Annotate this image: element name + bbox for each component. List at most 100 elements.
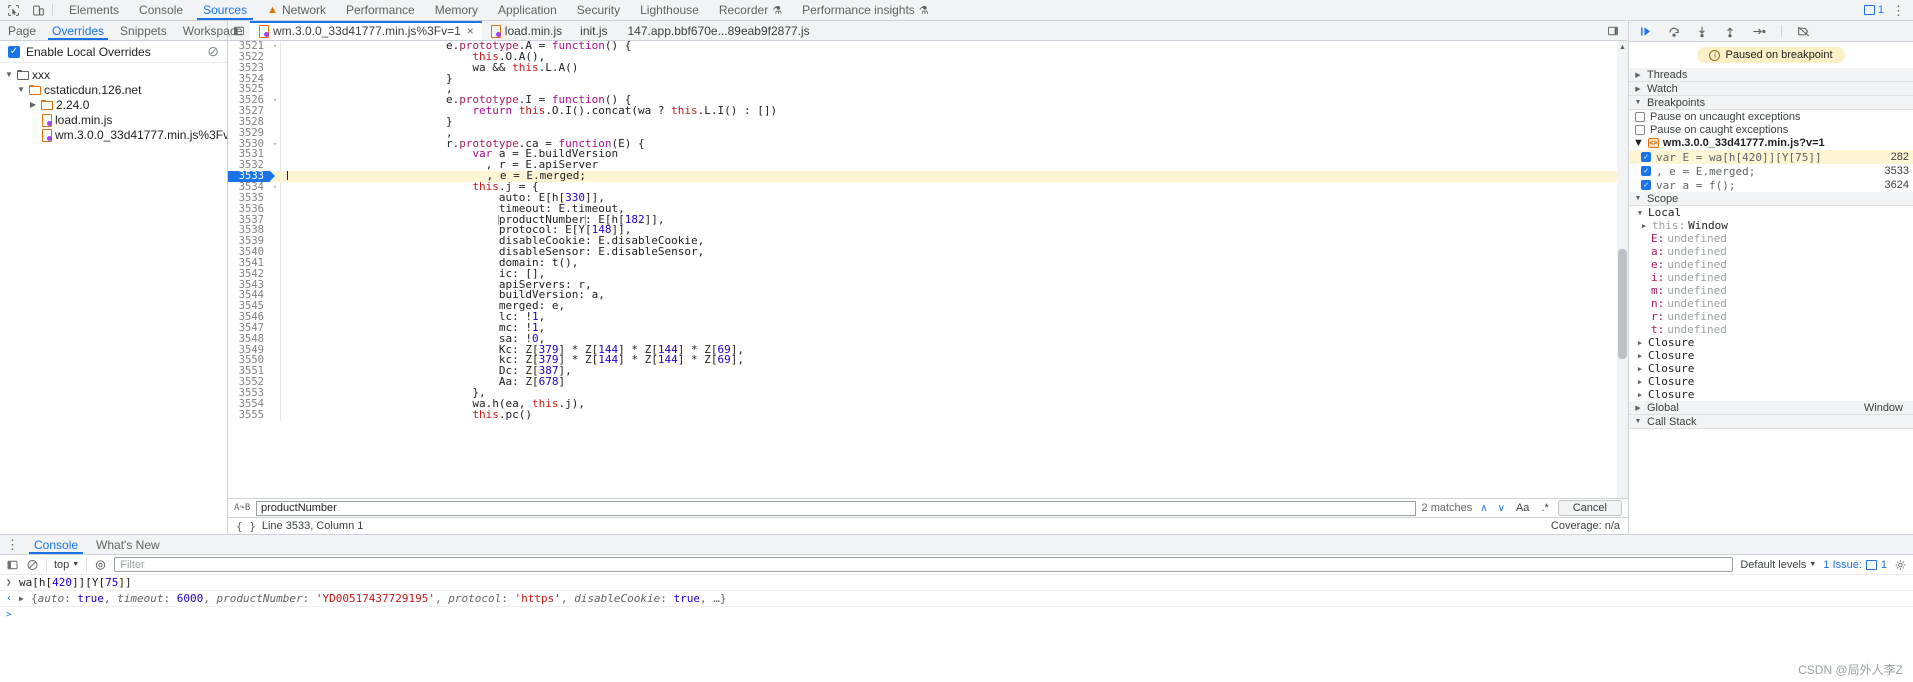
chevron-down-icon[interactable]: ▼ xyxy=(4,70,14,79)
pretty-print-icon[interactable]: { } xyxy=(236,520,256,533)
code-line[interactable]: 3541 domain: t(), xyxy=(228,258,1628,269)
line-number[interactable]: 3555 xyxy=(228,409,270,421)
tab-lighthouse[interactable]: Lighthouse xyxy=(630,0,709,20)
code-line[interactable]: 3537 productNumber: E[h[182]], xyxy=(228,214,1628,226)
code-line[interactable]: 3526 ▾ e.prototype.I = function() { xyxy=(228,95,1628,107)
editor-scroll-thumb[interactable] xyxy=(1618,249,1627,359)
code-line[interactable]: 3525 , xyxy=(228,84,1628,96)
code-line[interactable]: 3546 lc: !1, xyxy=(228,312,1628,323)
code-line[interactable]: 3534 ▾ this.j = { xyxy=(228,182,1628,193)
pause-caught-checkbox[interactable] xyxy=(1635,124,1645,135)
code-line[interactable]: 3542 ic: [], xyxy=(228,268,1628,280)
console-output-entry[interactable]: ‹ ▶ {auto: true, timeout: 6000, productN… xyxy=(0,591,1913,607)
nav-tab-workspace[interactable]: Workspace xyxy=(175,21,251,40)
scope-variable-row[interactable]: t: undefined xyxy=(1629,323,1913,336)
live-expression-icon[interactable] xyxy=(94,559,107,571)
resume-script-execution-icon[interactable] xyxy=(1639,25,1653,38)
code-line[interactable]: 3521 ▾ e.prototype.A = function() { xyxy=(228,41,1628,52)
scope-variable-row[interactable]: n: undefined xyxy=(1629,297,1913,310)
editor-tab-147-app-js[interactable]: 147.app.bbf670e...89eab9f2877.js xyxy=(618,21,820,40)
console-sidebar-icon[interactable] xyxy=(6,559,19,571)
code-line[interactable]: 3543 apiServers: r, xyxy=(228,279,1628,291)
breakpoint-row[interactable]: , e = E.merged; 3533 xyxy=(1629,164,1913,178)
code-line[interactable]: 3523 wa && this.L.A() xyxy=(228,62,1628,74)
code-fold-icon[interactable]: ▾ xyxy=(270,139,280,150)
editor-scrollbar[interactable]: ▲ xyxy=(1617,41,1628,498)
scope-variable-row[interactable]: ▶ this: Window xyxy=(1629,219,1913,232)
tree-folder-row[interactable]: ▼ xxx xyxy=(0,67,227,82)
code-line[interactable]: 3540 disableSensor: E.disableSensor, xyxy=(228,247,1628,258)
section-call-stack[interactable]: ▼ Call Stack xyxy=(1629,415,1913,429)
step-icon[interactable] xyxy=(1751,25,1767,38)
chevron-right-icon[interactable]: ▶ xyxy=(1639,222,1649,230)
tab-recorder[interactable]: Recorder ⚗ xyxy=(709,0,792,20)
code-line[interactable]: 3548 sa: !0, xyxy=(228,333,1628,345)
tab-performance[interactable]: Performance xyxy=(336,0,425,20)
chevron-down-icon[interactable]: ▼ xyxy=(16,85,26,94)
breakpoint-checkbox[interactable] xyxy=(1641,166,1651,176)
editor-tab-wm-js[interactable]: wm.3.0.0_33d41777.min.js%3Fv=1 × xyxy=(250,21,482,40)
expand-object-icon[interactable]: ▶ xyxy=(19,594,26,603)
scope-variable-row[interactable]: i: undefined xyxy=(1629,271,1913,284)
regex-toggle[interactable]: .* xyxy=(1538,502,1551,514)
line-number[interactable]: 3548 xyxy=(228,333,270,345)
code-line[interactable]: 3554 wa.h(ea, this.j), xyxy=(228,398,1628,410)
drawer-tab-console[interactable]: Console xyxy=(25,535,87,554)
drawer-options-icon[interactable]: ⋮ xyxy=(0,535,25,554)
section-scope[interactable]: ▼ Scope xyxy=(1629,192,1913,206)
code-line[interactable]: 3529 , xyxy=(228,127,1628,139)
section-breakpoints[interactable]: ▼ Breakpoints xyxy=(1629,96,1913,110)
section-threads[interactable]: ▶ Threads xyxy=(1629,68,1913,82)
tree-file-row[interactable]: wm.3.0.0_33d41777.min.js%3Fv=1 xyxy=(0,127,227,142)
issues-badge[interactable]: 1 xyxy=(1863,4,1884,16)
scope-variable-row[interactable]: e: undefined xyxy=(1629,258,1913,271)
tab-sources[interactable]: Sources xyxy=(193,0,257,20)
chevron-right-icon[interactable]: ▶ xyxy=(1635,339,1645,347)
code-line[interactable]: 3552 Aa: Z[678] xyxy=(228,377,1628,388)
step-into-next-function-call-icon[interactable] xyxy=(1695,25,1709,38)
match-case-toggle[interactable]: Aa xyxy=(1513,502,1532,514)
section-global[interactable]: ▶ Global Window xyxy=(1629,401,1913,415)
code-line[interactable]: 3555 this.pc() xyxy=(228,409,1628,421)
console-settings-icon[interactable] xyxy=(1894,559,1907,571)
console-context-selector[interactable]: top ▼ xyxy=(54,559,79,571)
tab-elements[interactable]: Elements xyxy=(59,0,129,20)
scope-variable-row[interactable]: m: undefined xyxy=(1629,284,1913,297)
code-line[interactable]: 3533 , e = E.merged; xyxy=(228,171,1628,182)
tree-folder-row[interactable]: ▼ cstaticdun.126.net xyxy=(0,82,227,97)
code-line[interactable]: 3524 } xyxy=(228,73,1628,85)
scope-closure-row[interactable]: ▶ Closure xyxy=(1629,375,1913,388)
breakpoint-file-group[interactable]: ▼ <> wm.3.0.0_33d41777.min.js?v=1 xyxy=(1629,136,1913,150)
search-prev-icon[interactable]: ∧ xyxy=(1478,503,1489,514)
code-line[interactable]: 3553 }, xyxy=(228,388,1628,399)
tab-memory[interactable]: Memory xyxy=(425,0,488,20)
line-number[interactable]: 3533 xyxy=(228,171,275,182)
scope-closure-row[interactable]: ▶ Closure xyxy=(1629,349,1913,362)
tab-application[interactable]: Application xyxy=(488,0,567,20)
section-watch[interactable]: ▶ Watch xyxy=(1629,82,1913,96)
enable-overrides-checkbox[interactable] xyxy=(8,45,20,58)
code-fold-icon[interactable]: ▾ xyxy=(270,182,280,193)
code-line[interactable]: 3549 Kc: Z[379] * Z[144] * Z[144] * Z[69… xyxy=(228,344,1628,356)
line-number[interactable]: 3536 xyxy=(228,203,270,215)
code-line[interactable]: 3532 , r = E.apiServer xyxy=(228,160,1628,172)
close-icon[interactable]: × xyxy=(467,24,474,38)
code-line[interactable]: 3535 auto: E[h[330]], xyxy=(228,192,1628,204)
code-line[interactable]: 3538 protocol: E[Y[148]], xyxy=(228,225,1628,237)
inspect-element-icon[interactable] xyxy=(6,3,21,17)
code-editor[interactable]: 3521 ▾ e.prototype.A = function() {3522 t… xyxy=(228,41,1628,498)
chevron-right-icon[interactable]: ▶ xyxy=(28,100,38,109)
console-levels-selector[interactable]: Default levels ▼ xyxy=(1740,559,1816,571)
chevron-right-icon[interactable]: ▶ xyxy=(1635,365,1645,373)
scope-variable-row[interactable]: a: undefined xyxy=(1629,245,1913,258)
clear-overrides-icon[interactable]: ⊘ xyxy=(207,43,219,60)
code-line[interactable]: 3530 ▾ r.prototype.ca = function(E) { xyxy=(228,138,1628,150)
scope-variable-row[interactable]: r: undefined xyxy=(1629,310,1913,323)
tab-network[interactable]: ▲ Network xyxy=(257,0,336,20)
editor-tab-init-js[interactable]: init.js xyxy=(570,21,617,40)
chevron-right-icon[interactable]: ▶ xyxy=(1635,378,1645,386)
breakpoint-row[interactable]: var E = wa[h[420]][Y[75]] 282 xyxy=(1629,150,1913,164)
breakpoint-row[interactable]: var a = f(); 3624 xyxy=(1629,178,1913,192)
code-line[interactable]: 3527 return this.O.I().concat(wa ? this.… xyxy=(228,106,1628,117)
tab-performance-insights[interactable]: Performance insights ⚗ xyxy=(792,0,939,20)
